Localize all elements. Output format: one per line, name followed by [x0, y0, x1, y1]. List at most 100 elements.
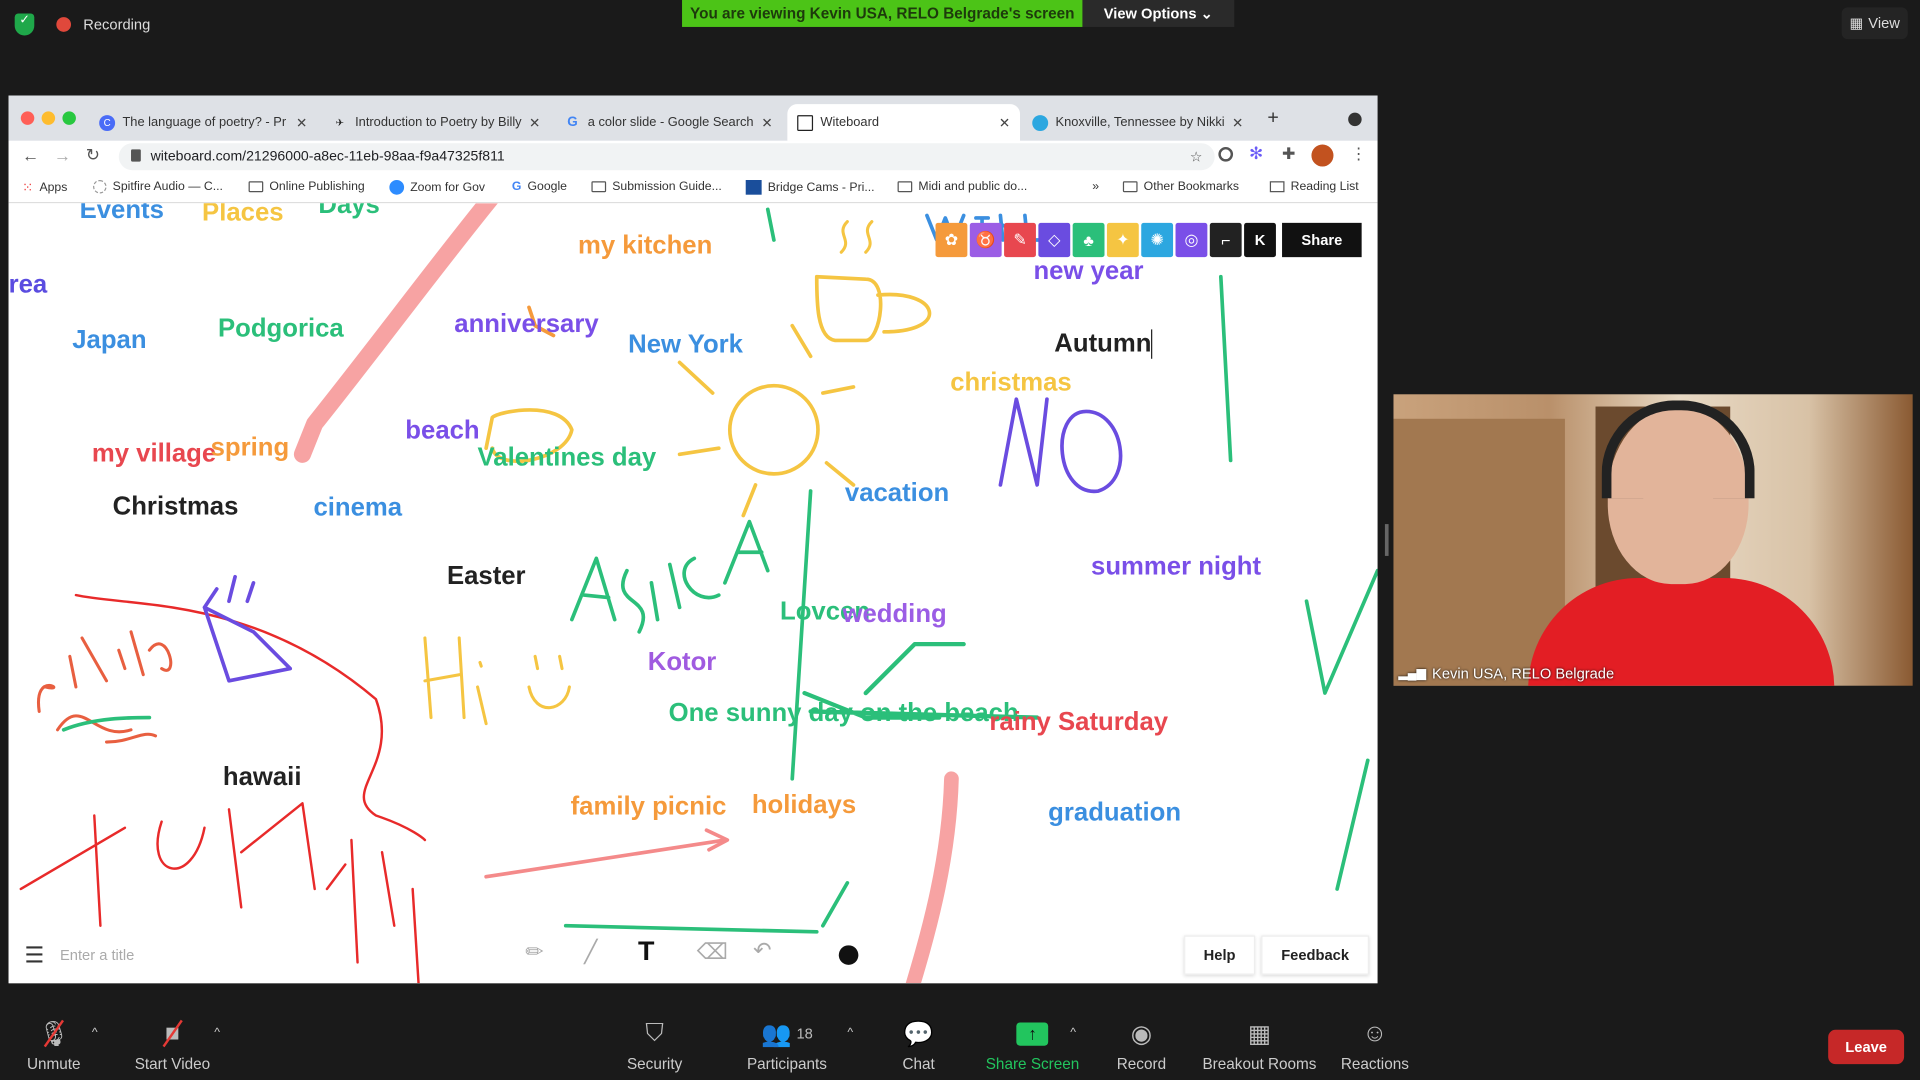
animal-avatar-icon[interactable]: ✎ — [1004, 222, 1036, 258]
close-window-icon[interactable] — [20, 111, 35, 125]
word-days[interactable]: Days — [318, 203, 379, 220]
unmute-button[interactable]: 🎙 Unmute — [27, 1019, 81, 1073]
line-icon[interactable]: ╱ — [584, 939, 597, 965]
user-avatar-k[interactable]: K — [1244, 222, 1276, 258]
word-beach[interactable]: beach — [405, 416, 479, 445]
whiteboard-canvas[interactable]: Events Places Days rea my kitchen new ye… — [8, 203, 1378, 984]
participants-caret[interactable]: ^ — [847, 1026, 853, 1039]
pencil-icon[interactable]: ✏ — [525, 939, 543, 965]
more-bookmarks-button[interactable]: » — [1092, 180, 1099, 193]
menu-icon[interactable]: ☰ — [24, 943, 44, 969]
word-one-sunny-day[interactable]: One sunny day on the beach — [669, 699, 1019, 728]
bookmark-zoom-for-gov[interactable]: Zoom for Gov — [389, 180, 485, 195]
bookmark-spitfire[interactable]: Spitfire Audio — C... — [93, 180, 223, 194]
bookmark-midi[interactable]: Midi and public do... — [897, 180, 1027, 193]
word-anniversary[interactable]: anniversary — [454, 310, 598, 339]
text-tool-icon[interactable]: T — [638, 936, 654, 968]
tab-witeboard[interactable]: Witeboard ✕ — [787, 104, 1021, 141]
word-new-york[interactable]: New York — [628, 331, 743, 360]
security-button[interactable]: ⛉ Security — [627, 1019, 682, 1072]
bookmark-bridge-cams[interactable]: Bridge Cams - Pri... — [745, 180, 875, 195]
animal-avatar-icon[interactable]: ♉ — [969, 222, 1002, 258]
word-holidays[interactable]: holidays — [752, 791, 856, 820]
word-easter[interactable]: Easter — [447, 562, 526, 591]
word-spring[interactable]: spring — [211, 433, 290, 462]
color-picker-button[interactable] — [838, 945, 859, 965]
participants-button[interactable]: 👥 18 Participants — [747, 1019, 827, 1073]
close-icon[interactable]: ✕ — [999, 114, 1010, 131]
new-tab-button[interactable]: + — [1267, 108, 1278, 130]
eraser-icon[interactable]: ⌫ — [697, 939, 728, 965]
word-events[interactable]: Events — [80, 203, 164, 225]
security-shield-icon[interactable]: ✓ — [14, 13, 35, 36]
tab-introduction-to-poetry[interactable]: ✈ Introduction to Poetry by Billy ✕ — [322, 104, 550, 141]
view-button[interactable]: ▦ View — [1841, 7, 1908, 40]
tab-google-search[interactable]: Ga color slide - Google Search ✕ — [555, 104, 783, 141]
word-family-picnic[interactable]: family picnic — [571, 792, 727, 821]
reactions-button[interactable]: ☺ Reactions — [1341, 1019, 1409, 1072]
maximize-window-icon[interactable] — [62, 111, 76, 125]
tab-search-icon[interactable] — [1348, 112, 1362, 127]
bookmark-apps[interactable]: ⁙ Apps — [22, 180, 67, 196]
animal-avatar-icon[interactable]: ◇ — [1038, 222, 1071, 258]
bookmark-online-publishing[interactable]: Online Publishing — [248, 180, 365, 193]
reading-list[interactable]: Reading List — [1269, 180, 1359, 193]
boot-avatar-icon[interactable]: ⌐ — [1209, 222, 1242, 258]
reload-icon[interactable]: ↻ — [86, 144, 100, 165]
word-japan[interactable]: Japan — [72, 326, 146, 355]
feedback-button[interactable]: Feedback — [1261, 935, 1369, 975]
word-hawaii[interactable]: hawaii — [223, 763, 302, 792]
extensions-puzzle-icon[interactable]: ✚ — [1282, 144, 1295, 164]
bookmark-submission-guide[interactable]: Submission Guide... — [591, 180, 722, 193]
avatar[interactable] — [1311, 144, 1334, 167]
butterfly-avatar-icon[interactable]: ✿ — [935, 222, 968, 258]
tree-avatar-icon[interactable]: ♣ — [1072, 222, 1105, 258]
bird-avatar-icon[interactable]: ✦ — [1106, 222, 1139, 258]
word-christmas-lower[interactable]: christmas — [950, 369, 1071, 398]
share-options-caret[interactable]: ^ — [1070, 1026, 1076, 1039]
extension-icon[interactable]: ✻ — [1249, 143, 1263, 164]
video-options-caret[interactable]: ^ — [214, 1026, 220, 1039]
leave-button[interactable]: Leave — [1828, 1029, 1905, 1065]
close-icon[interactable]: ✕ — [296, 114, 307, 131]
word-summer-night[interactable]: summer night — [1091, 552, 1261, 581]
close-icon[interactable]: ✕ — [761, 114, 772, 131]
bookmark-google[interactable]: G Google — [512, 180, 567, 193]
participant-video[interactable] — [1393, 394, 1913, 686]
panel-resize-handle[interactable] — [1384, 524, 1389, 556]
audio-options-caret[interactable]: ^ — [92, 1026, 98, 1039]
minimize-window-icon[interactable] — [41, 111, 56, 125]
word-places[interactable]: Places — [202, 203, 284, 227]
share-screen-button[interactable]: ↑ Share Screen — [986, 1019, 1079, 1073]
word-autumn[interactable]: Autumn — [1054, 329, 1153, 359]
close-icon[interactable]: ✕ — [1232, 114, 1243, 131]
record-button[interactable]: ◉ Record — [1117, 1019, 1166, 1073]
close-icon[interactable]: ✕ — [529, 114, 540, 131]
other-bookmarks[interactable]: Other Bookmarks — [1122, 180, 1239, 193]
tab-language-of-poetry[interactable]: C The language of poetry? - Pr ✕ — [89, 104, 317, 141]
extension-icon[interactable] — [1218, 146, 1234, 162]
undo-icon[interactable]: ↶ — [753, 938, 771, 964]
help-button[interactable]: Help — [1184, 935, 1256, 975]
title-input[interactable]: Enter a title — [60, 947, 134, 964]
word-christmas[interactable]: Christmas — [113, 492, 239, 521]
start-video-button[interactable]: ■ Start Video — [135, 1019, 210, 1072]
back-icon[interactable]: ← — [22, 146, 39, 166]
view-options-button[interactable]: View Options ⌄ — [1082, 0, 1235, 27]
word-rainy-saturday[interactable]: rainy Saturday — [989, 708, 1168, 737]
forward-icon[interactable]: → — [54, 146, 71, 166]
chat-button[interactable]: 💬 Chat — [902, 1019, 934, 1073]
word-kotor[interactable]: Kotor — [648, 648, 717, 677]
word-valentines-day[interactable]: Valentines day — [478, 443, 657, 472]
tab-knoxville[interactable]: Knoxville, Tennessee by Nikki ✕ — [1022, 104, 1250, 141]
word-my-village[interactable]: my village — [92, 440, 216, 469]
word-podgorica[interactable]: Podgorica — [218, 315, 344, 344]
turtle-avatar-icon[interactable]: ✺ — [1141, 222, 1174, 258]
word-vacation[interactable]: vacation — [845, 479, 949, 508]
word-new-year[interactable]: new year — [1033, 257, 1143, 286]
word-wedding[interactable]: wedding — [842, 600, 946, 629]
word-rea[interactable]: rea — [9, 271, 48, 300]
word-graduation[interactable]: graduation — [1048, 798, 1181, 827]
animal-avatar-icon[interactable]: ◎ — [1175, 222, 1208, 258]
url-input[interactable]: witeboard.com/21296000-a8ec-11eb-98aa-f9… — [118, 143, 1215, 171]
